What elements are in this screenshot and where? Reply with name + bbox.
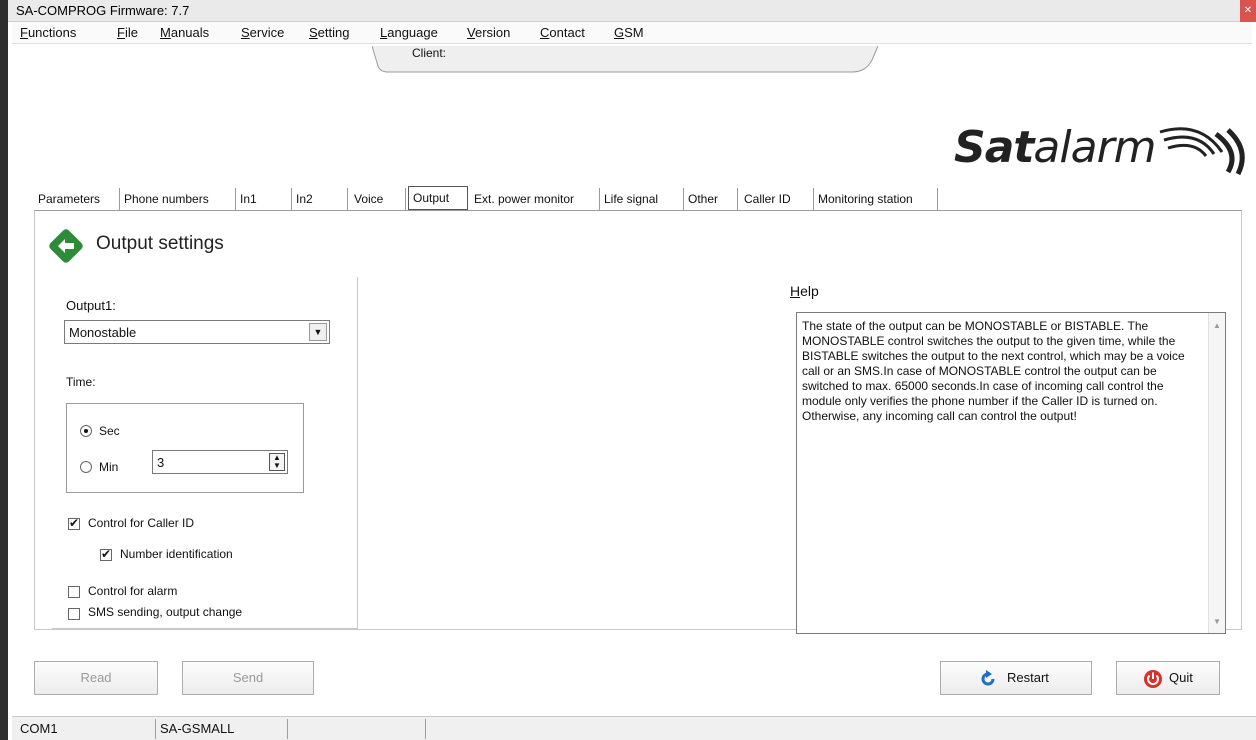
menu-setting[interactable]: Setting bbox=[309, 25, 349, 40]
time-value-stepper[interactable]: 3 ▲ ▼ bbox=[152, 450, 288, 474]
close-icon[interactable]: ✕ bbox=[1240, 0, 1256, 22]
tab-parameters[interactable]: Parameters bbox=[34, 188, 120, 210]
status-device: SA-GSMALL bbox=[156, 719, 288, 739]
scroll-down-icon[interactable]: ▼ bbox=[1213, 617, 1221, 626]
help-label: Help bbox=[790, 283, 819, 299]
number-identification-label: Number identification bbox=[120, 547, 233, 561]
help-scrollbar[interactable]: ▲ ▼ bbox=[1208, 313, 1225, 633]
sec-label: Sec bbox=[99, 424, 120, 438]
menu-contact[interactable]: Contact bbox=[540, 25, 585, 40]
client-label: Client: bbox=[412, 46, 447, 60]
tab-voice[interactable]: Voice bbox=[350, 188, 406, 210]
restart-icon bbox=[981, 670, 995, 686]
help-textbox[interactable]: The state of the output can be MONOSTABL… bbox=[796, 312, 1226, 634]
menu-language[interactable]: Language bbox=[380, 25, 438, 40]
restart-label: Restart bbox=[1007, 670, 1049, 685]
section-title: Output settings bbox=[96, 233, 224, 254]
satalarm-logo: Satalarm bbox=[954, 122, 1254, 182]
status-bar: COM1 SA-GSMALL bbox=[12, 716, 1256, 740]
power-icon bbox=[1144, 670, 1162, 688]
menu-gsm[interactable]: GSM bbox=[614, 25, 644, 40]
menu-manuals[interactable]: Manuals bbox=[160, 25, 209, 40]
output-mode-value: Monostable bbox=[69, 325, 137, 340]
tab-in1[interactable]: In1 bbox=[236, 188, 292, 210]
menu-bar: Functions File Manuals Service Setting L… bbox=[12, 22, 1252, 44]
time-group bbox=[66, 403, 304, 493]
status-port: COM1 bbox=[16, 719, 156, 739]
min-radio[interactable] bbox=[80, 461, 92, 473]
quit-label: Quit bbox=[1169, 670, 1193, 685]
client-tab-shape bbox=[372, 45, 879, 73]
read-button[interactable]: Read bbox=[34, 661, 158, 695]
chevron-down-icon[interactable]: ▼ bbox=[309, 323, 327, 341]
tab-in2[interactable]: In2 bbox=[292, 188, 348, 210]
sms-sending-label: SMS sending, output change bbox=[88, 605, 243, 619]
menu-version[interactable]: Version bbox=[467, 25, 510, 40]
quit-button[interactable]: Quit bbox=[1116, 661, 1220, 695]
back-arrow-icon[interactable] bbox=[48, 228, 84, 264]
tab-phone-numbers[interactable]: Phone numbers bbox=[120, 188, 236, 210]
window-title: SA-COMPROG Firmware: 7.7 bbox=[16, 3, 190, 18]
title-bar: SA-COMPROG Firmware: 7.7 ✕ bbox=[8, 0, 1256, 22]
tab-output[interactable]: Output bbox=[408, 186, 468, 210]
time-label: Time: bbox=[66, 375, 96, 389]
signal-waves-icon bbox=[1159, 127, 1245, 176]
control-alarm-checkbox[interactable] bbox=[68, 586, 80, 598]
tab-other[interactable]: Other bbox=[684, 188, 738, 210]
tab-caller-id[interactable]: Caller ID bbox=[740, 188, 814, 210]
control-caller-id-checkbox[interactable] bbox=[68, 516, 80, 530]
menu-service[interactable]: Service bbox=[241, 25, 284, 40]
status-field-4 bbox=[426, 719, 1252, 739]
spin-arrows-icon[interactable]: ▲ ▼ bbox=[269, 453, 285, 471]
number-identification-checkbox[interactable] bbox=[100, 547, 112, 561]
min-label: Min bbox=[99, 460, 119, 474]
output1-label: Output1: bbox=[66, 298, 116, 313]
sec-radio[interactable] bbox=[80, 425, 92, 437]
output-mode-select[interactable]: Monostable ▼ bbox=[64, 320, 330, 344]
status-field-3 bbox=[288, 719, 426, 739]
tab-ext-power-monitor[interactable]: Ext. power monitor bbox=[470, 188, 600, 210]
control-alarm-label: Control for alarm bbox=[88, 584, 178, 598]
tab-monitoring-station[interactable]: Monitoring station bbox=[814, 188, 938, 210]
time-value: 3 bbox=[157, 455, 165, 470]
help-text: The state of the output can be MONOSTABL… bbox=[802, 319, 1185, 423]
control-caller-id-label: Control for Caller ID bbox=[88, 516, 195, 530]
window-left-frame bbox=[0, 0, 8, 740]
send-button[interactable]: Send bbox=[182, 661, 314, 695]
menu-file[interactable]: File bbox=[117, 25, 138, 40]
menu-functions[interactable]: Functions bbox=[20, 25, 76, 40]
sms-sending-checkbox[interactable] bbox=[68, 608, 80, 620]
restart-button[interactable]: Restart bbox=[940, 661, 1092, 695]
scroll-up-icon[interactable]: ▲ bbox=[1213, 321, 1221, 330]
tab-life-signal[interactable]: Life signal bbox=[600, 188, 684, 210]
